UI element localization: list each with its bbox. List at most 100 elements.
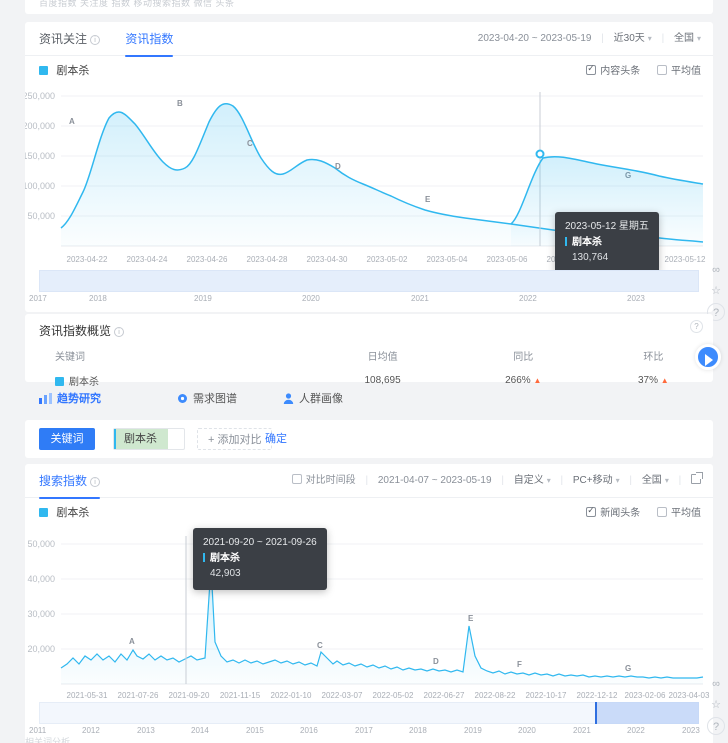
col-keyword: 关键词 xyxy=(25,343,312,368)
confirm-button[interactable]: 确定 xyxy=(265,428,287,450)
search-right-rail: ∞ ☆ ? xyxy=(706,672,726,738)
compare-period-option[interactable]: 对比时间段 xyxy=(292,475,359,486)
info-icon[interactable]: i xyxy=(90,35,100,45)
external-link-icon[interactable] xyxy=(691,474,701,484)
range-selection[interactable] xyxy=(596,702,699,724)
xtick-label: 2023-04-26 xyxy=(187,255,228,264)
person-icon xyxy=(283,393,294,407)
graph-dot-icon xyxy=(177,393,188,407)
divider: | xyxy=(662,33,665,44)
timeline-year: 2021 xyxy=(411,294,429,303)
timeline-year: 2020 xyxy=(518,726,536,735)
arrow-up-icon: ▲ xyxy=(661,376,669,385)
search-device-select[interactable]: PC+移动 xyxy=(573,475,613,486)
search-index-card: 搜索指数i 对比时间段 | 2021-04-07 ~ 2023-05-19 | … xyxy=(25,464,713,743)
cell-mom-value: 37% xyxy=(638,375,658,386)
tab-news-index[interactable]: 资讯指数 xyxy=(125,22,173,56)
timeline-year: 2015 xyxy=(246,726,264,735)
checkbox-icon[interactable] xyxy=(657,507,667,517)
share-icon[interactable]: ∞ xyxy=(707,261,725,279)
timeline-year: 2016 xyxy=(300,726,318,735)
checkbox-checked-icon[interactable] xyxy=(586,507,596,517)
xtick-label: 2022-06-27 xyxy=(424,691,465,700)
keyword-tag[interactable]: 剧本杀 xyxy=(113,428,185,450)
keyword-button[interactable]: 关键词 xyxy=(39,428,95,450)
range-selection[interactable] xyxy=(39,270,699,292)
search-range-preset[interactable]: 自定义 xyxy=(514,475,544,486)
help-icon[interactable]: ? xyxy=(707,717,725,735)
star-icon[interactable]: ☆ xyxy=(707,696,725,714)
ytick-label: 30,000 xyxy=(27,609,55,619)
help-icon[interactable]: ? xyxy=(690,320,703,333)
point-label: G xyxy=(625,664,631,673)
add-comparison-button[interactable]: + 添加对比 xyxy=(197,428,272,450)
col-daily-avg: 日均值 xyxy=(312,343,452,368)
ytick-label: 200,000 xyxy=(25,121,55,131)
news-legend-row: 剧本杀 内容头条 平均值 xyxy=(25,56,713,78)
xtick-label: 2023-05-02 xyxy=(367,255,408,264)
chevron-down-icon[interactable]: ▾ xyxy=(616,464,620,498)
xtick-label: 2021-09-20 xyxy=(169,691,210,700)
checkbox-icon[interactable] xyxy=(292,474,302,484)
sidebar-item-audience-profile[interactable]: 人群画像 xyxy=(283,390,343,407)
chevron-down-icon[interactable]: ▾ xyxy=(665,464,669,498)
feedback-button[interactable] xyxy=(695,344,721,370)
search-x-axis: 2021-05-31 2021-07-26 2021-09-20 2021-11… xyxy=(67,691,710,700)
xtick-label: 2023-05-12 xyxy=(665,255,706,264)
star-icon[interactable]: ☆ xyxy=(707,282,725,300)
news-region-select[interactable]: 全国 xyxy=(674,33,694,44)
point-label: C xyxy=(247,139,253,148)
news-legend-options: 内容头条 平均值 xyxy=(572,62,701,77)
ytick-label: 150,000 xyxy=(25,151,55,161)
search-date-range[interactable]: 2021-04-07 ~ 2023-05-19 xyxy=(378,475,492,486)
chevron-down-icon[interactable]: ▾ xyxy=(547,464,551,498)
option-news-headline[interactable]: 内容头条 xyxy=(586,66,643,77)
timeline-year: 2013 xyxy=(137,726,155,735)
xtick-label: 2022-12-12 xyxy=(577,691,618,700)
xtick-label: 2023-04-30 xyxy=(307,255,348,264)
option-news-headline[interactable]: 新闻头条 xyxy=(586,508,643,519)
search-region-select[interactable]: 全国 xyxy=(642,475,662,486)
option-average[interactable]: 平均值 xyxy=(657,508,701,519)
chevron-down-icon[interactable]: ▾ xyxy=(697,22,701,56)
keyword-tag-label: 剧本杀 xyxy=(124,433,157,445)
share-icon[interactable]: ∞ xyxy=(707,675,725,693)
xtick-label: 2021-11-15 xyxy=(220,691,261,700)
tooltip-date: 2023-05-12 星期五 xyxy=(565,219,649,235)
news-index-card: 资讯关注i 资讯指数 2023-04-20 ~ 2023-05-19 | 近30… xyxy=(25,22,713,312)
search-range-slider[interactable] xyxy=(39,702,699,724)
sidebar-item-demand-graph[interactable]: 需求图谱 xyxy=(177,390,237,407)
chevron-down-icon[interactable]: ▾ xyxy=(648,22,652,56)
sliver-ghost-text: 百度指数 关注度 指数 移动搜索指数 微信 头条 xyxy=(39,0,235,9)
timeline-year: 2011 xyxy=(29,726,46,735)
search-legend-options: 新闻头条 平均值 xyxy=(572,504,701,519)
bar-chart-icon xyxy=(39,393,52,407)
search-chart-plot: 50,000 40,000 30,000 20,000 A C D xyxy=(25,526,713,716)
news-range-preset[interactable]: 近30天 xyxy=(614,33,645,44)
info-icon[interactable]: i xyxy=(114,327,124,337)
checkbox-checked-icon[interactable] xyxy=(586,65,596,75)
sidebar-item-trend-research[interactable]: 趋势研究 xyxy=(39,390,101,407)
ytick-label: 50,000 xyxy=(27,539,55,549)
timeline-year: 2017 xyxy=(29,294,47,303)
option-average-label: 平均值 xyxy=(671,508,701,519)
news-hover-point xyxy=(537,151,544,158)
info-icon[interactable]: i xyxy=(90,477,100,487)
xtick-label: 2023-04-03 xyxy=(669,691,710,700)
bottom-ghost-text: 相关词分析 xyxy=(25,737,70,743)
timeline-year: 2019 xyxy=(194,294,212,303)
tab-news-attention[interactable]: 资讯关注i xyxy=(39,22,100,56)
checkbox-icon[interactable] xyxy=(657,65,667,75)
next-section-sliver: 相关词分析 xyxy=(25,735,713,743)
tab-search-index-label: 搜索指数 xyxy=(39,474,87,488)
range-handle-left[interactable] xyxy=(595,702,597,724)
legend-keyword-label: 剧本杀 xyxy=(56,65,89,77)
news-chart-tooltip: 2023-05-12 星期五 剧本杀 130,764 xyxy=(555,212,659,274)
search-toolbar: 对比时间段 | 2021-04-07 ~ 2023-05-19 | 自定义▾ |… xyxy=(292,464,701,498)
point-label: D xyxy=(335,162,341,171)
option-average[interactable]: 平均值 xyxy=(657,66,701,77)
tab-search-index[interactable]: 搜索指数i xyxy=(39,464,100,498)
search-y-axis: 50,000 40,000 30,000 20,000 xyxy=(27,539,55,654)
news-range-slider[interactable] xyxy=(39,270,699,292)
news-date-range[interactable]: 2023-04-20 ~ 2023-05-19 xyxy=(478,33,592,44)
